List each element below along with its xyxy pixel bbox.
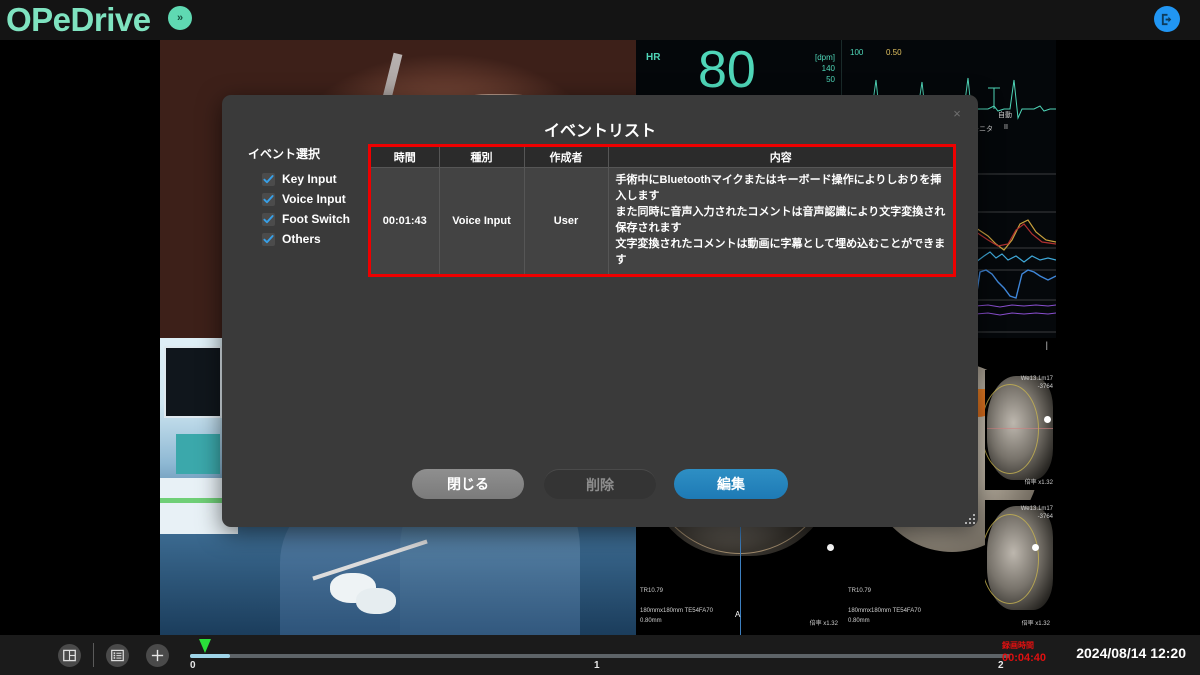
list-icon[interactable] [106, 644, 129, 667]
timeline-scrubber[interactable]: 0 1 2 [190, 635, 1010, 675]
or-monitor [164, 346, 222, 418]
event-table: 時間 種別 作成者 内容 00:01:43 Voice Input User 手… [371, 147, 953, 274]
checkbox-label-foot-switch: Foot Switch [282, 212, 350, 226]
event-filter-group: イベント選択 Key Input Voice Input Foot Switch [248, 145, 368, 252]
mri-sagittal-crossline-1 [987, 428, 1053, 429]
cell-time: 00:01:43 [371, 167, 439, 274]
overlay-dot-2 [1032, 544, 1039, 551]
bottom-bar: 0 1 2 録画時間 00:04:40 2024/08/14 12:20 [0, 635, 1200, 675]
checkbox-row-others[interactable]: Others [248, 232, 368, 246]
checkmark-icon[interactable] [262, 193, 275, 206]
checkmark-icon[interactable] [262, 213, 275, 226]
content-line-3: 文字変換されたコメントは動画に字幕として埋め込むことができます [616, 236, 948, 268]
checkbox-row-foot-switch[interactable]: Foot Switch [248, 212, 368, 226]
mri-sagittal-image-2 [987, 506, 1053, 610]
mri-tr-label: TR10.79 [640, 588, 663, 594]
cell-user: User [524, 167, 608, 274]
mri-sagittal-dot-1 [1044, 416, 1051, 423]
mri-size-label: 180mmx180mm TE54FA70 [640, 608, 713, 614]
close-button[interactable]: 閉じる [412, 469, 524, 499]
event-filter-title: イベント選択 [248, 145, 368, 162]
resize-grip-icon[interactable] [963, 512, 975, 524]
datetime-display: 2024/08/14 12:20 [1076, 645, 1186, 661]
double-chevron-right-icon[interactable]: » [168, 6, 192, 30]
event-table-container[interactable]: 時間 種別 作成者 内容 00:01:43 Voice Input User 手… [368, 144, 956, 277]
video-mri-sagittal-2[interactable]: We13.1m17 -3764 [985, 500, 1056, 620]
content-line-2: また同時に音声入力されたコメントは音声認識により文字変換され保存されます [616, 204, 948, 236]
mri-zoom-label: 倍率 x1.32 [810, 618, 838, 627]
checkbox-label-others: Others [282, 232, 321, 246]
hr-high: 140 [822, 64, 835, 73]
mri-tr-label-2: TR10.79 [848, 588, 871, 594]
right-black-filler [1056, 40, 1200, 635]
column-header-time[interactable]: 時間 [371, 147, 439, 167]
layout-panel-icon[interactable] [58, 644, 81, 667]
checkbox-label-voice-input: Voice Input [282, 192, 346, 206]
edit-button[interactable]: 編集 [674, 469, 788, 499]
timeline-progress [190, 654, 230, 658]
recording-time-label: 録画時間 [1002, 640, 1034, 651]
mri-thickness-label-2: 0.80mm [848, 618, 870, 624]
cell-content: 手術中にBluetoothマイクまたはキーボード操作によりしおりを挿入します ま… [608, 167, 953, 274]
table-body: 00:01:43 Voice Input User 手術中にBluetoothマ… [371, 167, 953, 274]
checkbox-row-voice-input[interactable]: Voice Input [248, 192, 368, 206]
timeline-playhead[interactable] [199, 639, 211, 653]
mri-sagittal-arc-1 [985, 384, 1039, 474]
checkmark-icon[interactable] [262, 173, 275, 186]
cell-kind: Voice Input [439, 167, 524, 274]
delete-button[interactable]: 削除 [544, 469, 656, 499]
column-header-user[interactable]: 作成者 [524, 147, 608, 167]
mri-orientation-marker: A [735, 610, 740, 619]
content-line-1: 手術中にBluetoothマイクまたはキーボード操作によりしおりを挿入します [616, 172, 948, 204]
hr-value: 80 [698, 44, 756, 96]
dialog-title: イベントリスト [222, 117, 978, 141]
table-header: 時間 種別 作成者 内容 [371, 147, 953, 167]
video-mri-sagittal-1[interactable]: We13.1m17 -3764 倍率 x1.32 [985, 370, 1056, 490]
mri-side-label-3: We13.1m17 [1021, 506, 1053, 512]
mri-side-label-4: -3764 [1038, 514, 1053, 520]
plus-icon[interactable] [146, 644, 169, 667]
timeline-tick-0: 0 [190, 660, 196, 671]
recording-time-value: 00:04:40 [1002, 652, 1046, 664]
or-glove-2 [356, 588, 396, 614]
overlay-dot-1 [827, 544, 834, 551]
table-header-row: 時間 種別 作成者 内容 [371, 147, 953, 167]
column-header-content[interactable]: 内容 [608, 147, 953, 167]
ecg-label-lead: II [1004, 124, 1008, 131]
mri-thickness-label: 0.80mm [640, 618, 662, 624]
ecg-scale-100: 100 [850, 48, 863, 57]
timeline-track[interactable] [190, 654, 1010, 658]
left-black-filler [0, 40, 160, 635]
checkmark-icon[interactable] [262, 233, 275, 246]
ecg-scale-050: 0.50 [886, 48, 902, 57]
dialog-footer: 閉じる 削除 編集 [222, 469, 978, 501]
hr-unit-range: [dpm] 140 50 [815, 52, 835, 85]
app-logo: OPeDrive [6, 0, 151, 40]
column-header-kind[interactable]: 種別 [439, 147, 524, 167]
toolbar-divider [93, 643, 94, 667]
checkbox-row-key-input[interactable]: Key Input [248, 172, 368, 186]
mri-side-label-1: We13.1m17 [1021, 376, 1053, 382]
mri-sagittal-image-1 [987, 376, 1053, 480]
app-root: OPeDrive » [0, 0, 1200, 675]
mri-sagittal-arc-2 [985, 514, 1039, 604]
mri-size-label-2: 180mmx180mm TE54FA70 [848, 608, 921, 614]
or-teal-panel [176, 434, 220, 474]
hr-unit: [dpm] [815, 53, 835, 62]
checkbox-label-key-input: Key Input [282, 172, 337, 186]
hr-label: HR [646, 52, 660, 63]
timeline-tick-1: 1 [594, 660, 600, 671]
event-list-dialog[interactable]: × イベントリスト イベント選択 Key Input Voice Input [222, 95, 978, 527]
ecg-label-auto: 自動 [998, 110, 1012, 120]
mri-sagittal-zoom-1: 倍率 x1.32 [1025, 477, 1053, 486]
mri-side-label-2: -3764 [1038, 384, 1053, 390]
hr-low: 50 [826, 75, 835, 84]
mri-tick-marker-2: | [1046, 340, 1048, 350]
top-bar: OPeDrive » [0, 0, 1200, 40]
table-row[interactable]: 00:01:43 Voice Input User 手術中にBluetoothマ… [371, 167, 953, 274]
logout-icon[interactable] [1154, 6, 1180, 32]
